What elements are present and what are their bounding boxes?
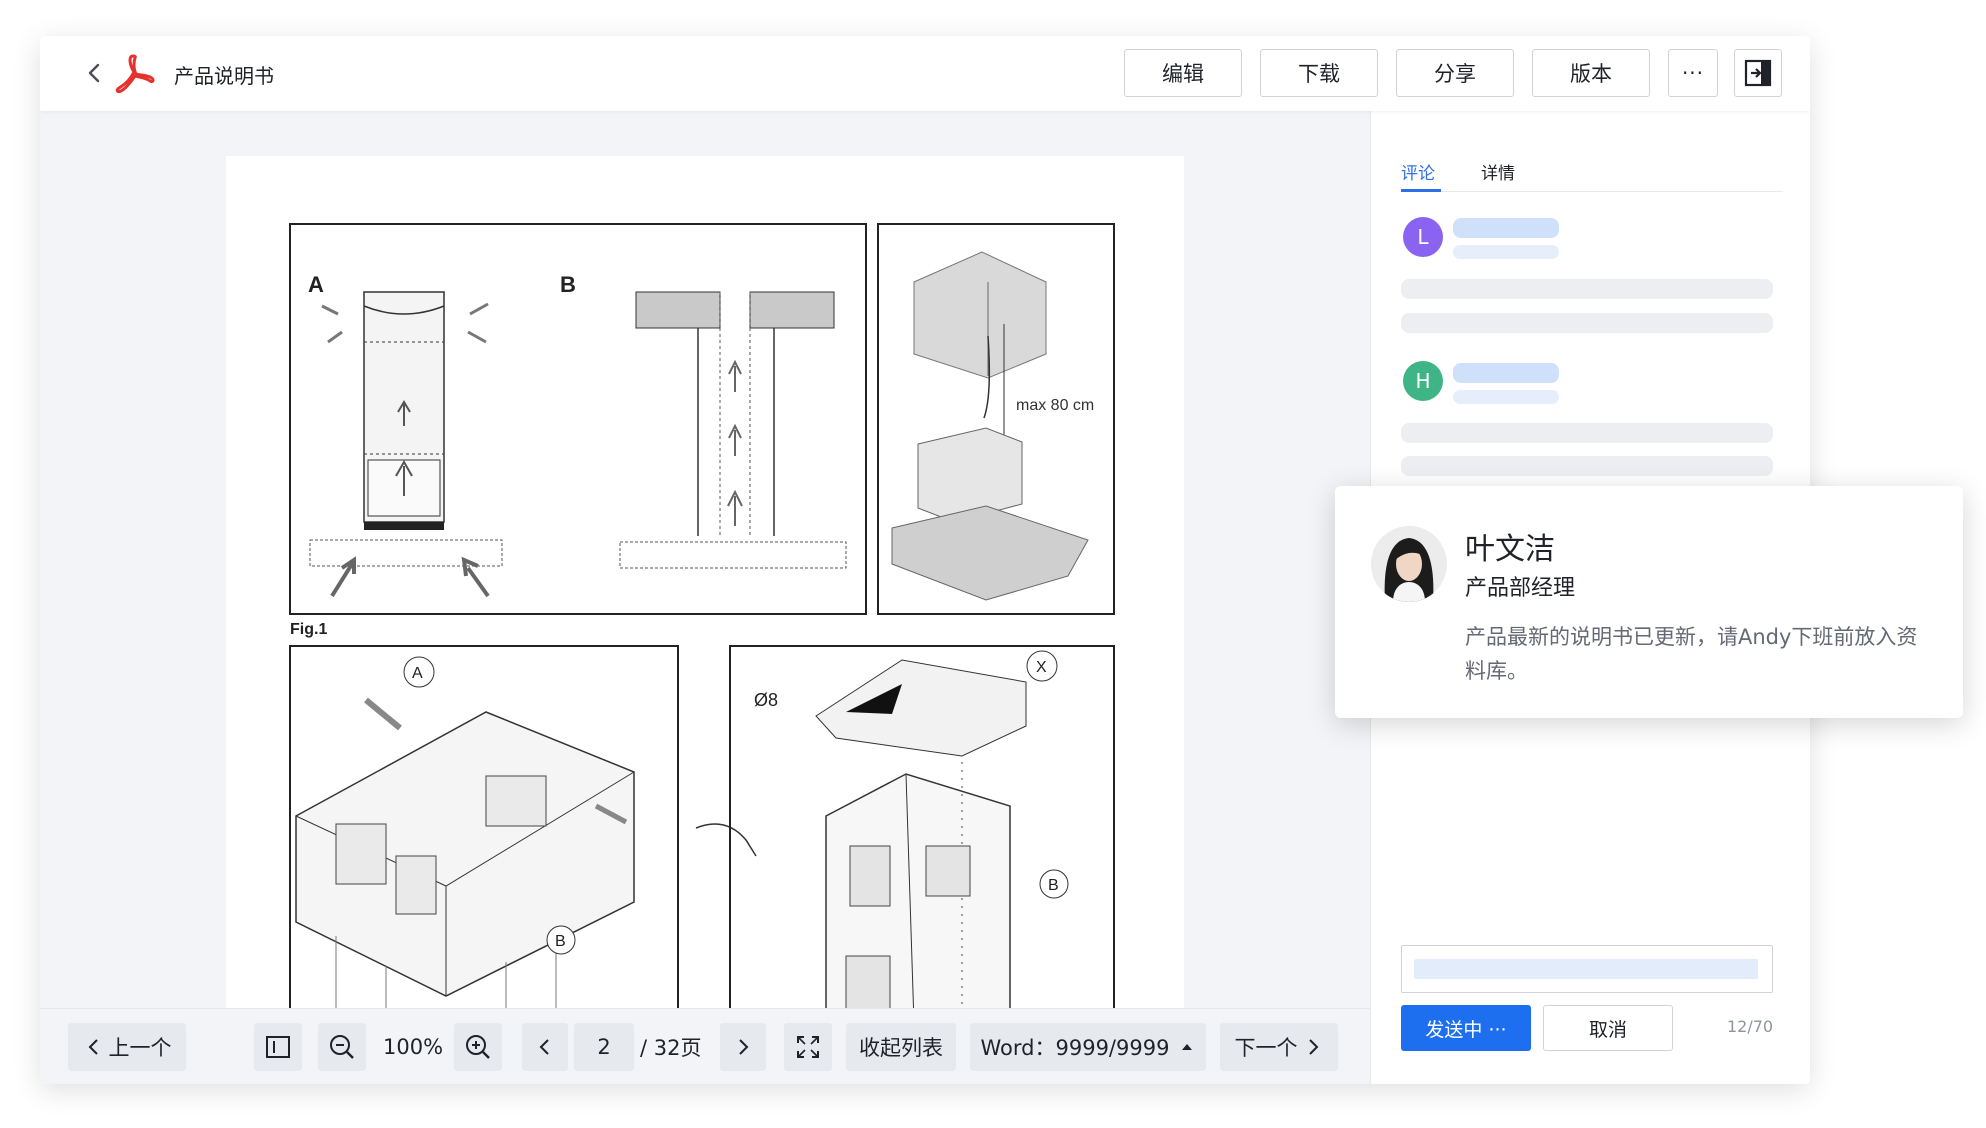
next-page-button[interactable] [720, 1023, 766, 1071]
panel-toggle-button[interactable] [1734, 49, 1782, 97]
fullscreen-button[interactable] [784, 1023, 832, 1071]
document-viewer[interactable]: A B max 80 cm Fig.1 A B Ø8 X B [40, 111, 1370, 1084]
more-options-button[interactable]: ··· [1668, 49, 1718, 97]
callout-a: A [412, 665, 423, 682]
skeleton-line [1401, 456, 1773, 476]
skeleton-line [1401, 313, 1773, 333]
tab-comments[interactable]: 评论 [1401, 159, 1435, 184]
character-counter: 12/70 [1727, 1017, 1774, 1036]
dimension-label: max 80 cm [1016, 397, 1094, 414]
download-button[interactable]: 下载 [1260, 49, 1378, 97]
skeleton-name [1453, 218, 1559, 238]
active-tab-indicator [1401, 189, 1441, 192]
page-navigation-bar: 上一个 100% 2 / 32页 收起列表 Word：9999/9999 下一个 [40, 1008, 1370, 1084]
document-title: 产品说明书 [174, 64, 274, 88]
zoom-out-button[interactable] [318, 1023, 366, 1071]
skeleton-meta [1453, 390, 1559, 404]
tab-details[interactable]: 详情 [1481, 159, 1515, 184]
edit-button[interactable]: 编辑 [1124, 49, 1242, 97]
user-profile-popup: 叶文洁 产品部经理 产品最新的说明书已更新，请Andy下班前放入资料库。 [1335, 486, 1963, 718]
caret-up-icon [1182, 1044, 1193, 1050]
version-button[interactable]: 版本 [1532, 49, 1650, 97]
user-role: 产品部经理 [1465, 576, 1576, 601]
more-icon: ··· [1681, 61, 1705, 85]
page-total: / 32页 [640, 1036, 702, 1060]
previous-page-button[interactable] [522, 1023, 568, 1071]
next-button[interactable]: 下一个 [1220, 1023, 1338, 1071]
previous-button[interactable]: 上一个 [68, 1023, 186, 1071]
fullscreen-icon [797, 1036, 819, 1058]
top-toolbar: 产品说明书 编辑 下载 分享 版本 ··· [40, 36, 1810, 111]
figure-label: Fig.1 [290, 621, 327, 638]
sidebar-icon [266, 1036, 290, 1058]
skeleton-meta [1453, 245, 1559, 259]
skeleton-line [1401, 423, 1773, 443]
back-arrow-icon[interactable] [82, 60, 108, 86]
tab-divider [1401, 191, 1783, 192]
chevron-right-icon [1308, 1039, 1318, 1055]
zoom-in-button[interactable] [454, 1023, 502, 1071]
send-button[interactable]: 发送中 ··· [1401, 1005, 1531, 1051]
pdf-icon [112, 52, 156, 94]
panel-b-label: B [560, 272, 576, 297]
zoom-out-icon [330, 1035, 354, 1059]
word-count-selector[interactable]: Word：9999/9999 [970, 1023, 1206, 1071]
word-count-label: Word：9999/9999 [980, 1036, 1170, 1060]
callout-b-left: B [555, 933, 566, 950]
exit-panel-icon [1744, 59, 1772, 87]
comment-input-text-placeholder [1414, 959, 1758, 979]
user-message: 产品最新的说明书已更新，请Andy下班前放入资料库。 [1465, 625, 1918, 683]
user-name: 叶文洁 [1465, 532, 1555, 567]
document-page: A B max 80 cm Fig.1 A B Ø8 X B [226, 156, 1184, 1084]
avatar: L [1403, 217, 1443, 257]
cancel-button[interactable]: 取消 [1543, 1005, 1673, 1051]
page-number-input[interactable]: 2 [574, 1023, 634, 1071]
callout-x: X [1036, 659, 1047, 676]
chevron-right-icon [739, 1039, 749, 1055]
panel-a-label: A [308, 272, 324, 297]
callout-b-right: B [1048, 877, 1059, 894]
zoom-level: 100% [383, 1035, 444, 1059]
diameter-label: Ø8 [754, 690, 778, 710]
avatar: H [1403, 361, 1443, 401]
collapse-list-button[interactable]: 收起列表 [846, 1023, 956, 1071]
share-button[interactable]: 分享 [1396, 49, 1514, 97]
chevron-left-icon [539, 1039, 549, 1055]
skeleton-line [1401, 279, 1773, 299]
previous-label: 上一个 [108, 1036, 172, 1060]
user-avatar-photo [1371, 526, 1447, 602]
comment-input[interactable] [1401, 945, 1773, 993]
skeleton-name [1453, 363, 1559, 383]
next-label: 下一个 [1234, 1036, 1298, 1060]
sidebar-toggle-button[interactable] [254, 1023, 302, 1071]
zoom-in-icon [466, 1035, 490, 1059]
chevron-left-icon [88, 1039, 98, 1055]
